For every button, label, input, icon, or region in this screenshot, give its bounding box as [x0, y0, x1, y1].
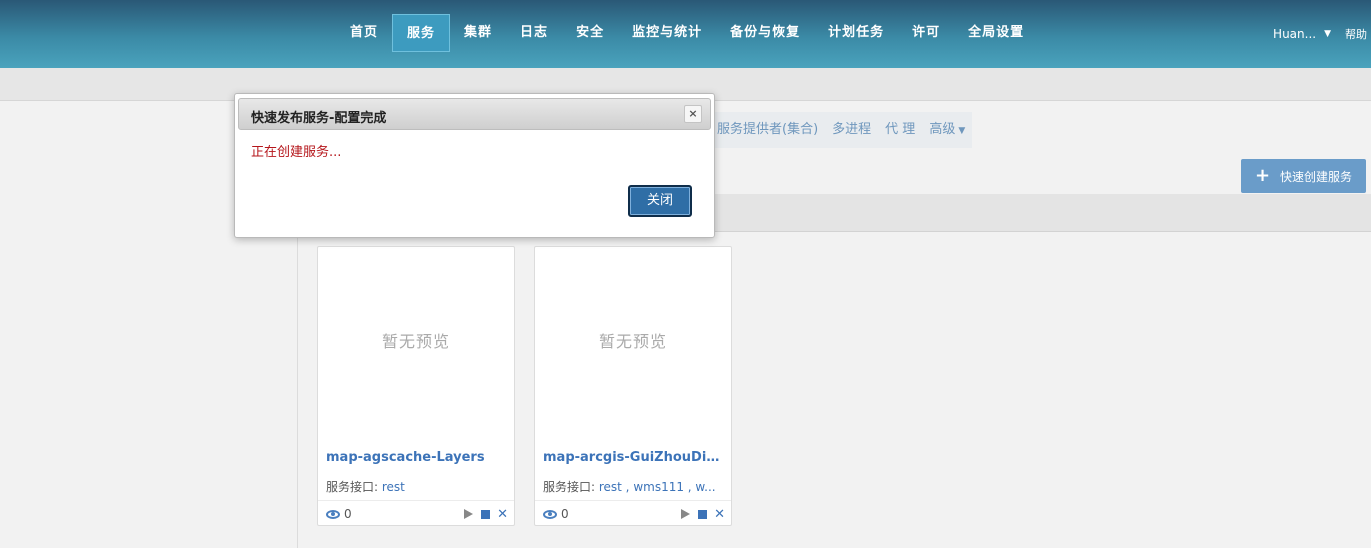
- card-title-link[interactable]: map-agscache-Layers: [326, 450, 508, 465]
- dialog-status-message: 正在创建服务...: [251, 145, 342, 160]
- card-footer: 0 ✕: [326, 505, 508, 523]
- stop-icon[interactable]: [481, 509, 491, 519]
- card-actions: ✕: [464, 508, 508, 521]
- interface-label: 服务接口:: [543, 480, 599, 494]
- user-area: Huan... ▼ 帮助: [1273, 26, 1371, 42]
- tab-advanced[interactable]: 高级 ▼: [922, 112, 972, 148]
- close-button[interactable]: 关闭: [628, 185, 692, 217]
- card-preview: 暂无预览: [598, 332, 667, 351]
- nav-logs[interactable]: 日志: [506, 14, 562, 52]
- card-title-link[interactable]: map-arcgis-GuiZhouDiXin...: [543, 450, 725, 465]
- tab-advanced-label: 高级: [929, 122, 956, 137]
- delete-icon[interactable]: ✕: [497, 508, 508, 521]
- eye-icon: [326, 509, 340, 519]
- nav-cluster[interactable]: 集群: [450, 14, 506, 52]
- interface-label: 服务接口:: [326, 480, 382, 494]
- card-preview: 暂无预览: [381, 332, 450, 351]
- plus-icon: +: [1254, 165, 1271, 186]
- nav-backup[interactable]: 备份与恢复: [716, 14, 814, 52]
- service-tabs: 服务提供者(集合) 多进程 代 理 高级 ▼: [710, 112, 973, 148]
- quick-create-label: 快速创建服务: [1280, 169, 1353, 184]
- nav-services[interactable]: 服务: [392, 14, 451, 52]
- play-icon[interactable]: [681, 509, 691, 519]
- tab-multi-process[interactable]: 多进程: [825, 112, 878, 148]
- main-nav: 首页 服务 集群 日志 安全 监控与统计 备份与恢复 计划任务 许可 全局设置: [336, 14, 1038, 52]
- card-divider: [318, 500, 514, 501]
- nav-global-settings[interactable]: 全局设置: [954, 14, 1038, 52]
- left-panel-divider: [297, 232, 298, 548]
- interface-link[interactable]: rest , wms111 , w...: [599, 480, 716, 494]
- caret-down-icon: ▼: [958, 126, 966, 136]
- publish-complete-dialog: 快速发布服务-配置完成 × 正在创建服务... 关闭: [234, 93, 715, 238]
- nav-license[interactable]: 许可: [898, 14, 954, 52]
- tab-service-providers[interactable]: 服务提供者(集合): [710, 112, 825, 148]
- card-footer: 0 ✕: [543, 505, 725, 523]
- stop-icon[interactable]: [698, 509, 708, 519]
- card-divider: [535, 500, 731, 501]
- card-actions: ✕: [681, 508, 725, 521]
- close-icon[interactable]: ×: [684, 105, 702, 123]
- user-menu[interactable]: Huan...: [1273, 27, 1316, 41]
- eye-icon: [543, 509, 557, 519]
- nav-monitoring[interactable]: 监控与统计: [618, 14, 716, 52]
- caret-down-icon[interactable]: ▼: [1324, 29, 1331, 39]
- view-count: 0: [561, 507, 569, 521]
- service-card[interactable]: 暂无预览 map-agscache-Layers 服务接口: rest 0 ✕: [317, 246, 515, 526]
- nav-home[interactable]: 首页: [336, 14, 392, 52]
- nav-security[interactable]: 安全: [562, 14, 618, 52]
- dialog-title: 快速发布服务-配置完成: [251, 111, 387, 126]
- tab-proxy[interactable]: 代 理: [878, 112, 922, 148]
- interface-link[interactable]: rest: [382, 480, 405, 494]
- help-link[interactable]: 帮助: [1345, 26, 1367, 42]
- dialog-header: 快速发布服务-配置完成 ×: [238, 98, 711, 130]
- nav-scheduled-tasks[interactable]: 计划任务: [814, 14, 898, 52]
- card-interfaces: 服务接口: rest: [326, 478, 508, 495]
- view-count: 0: [344, 507, 352, 521]
- service-card[interactable]: 暂无预览 map-arcgis-GuiZhouDiXin... 服务接口: re…: [534, 246, 732, 526]
- top-nav-bar: 首页 服务 集群 日志 安全 监控与统计 备份与恢复 计划任务 许可 全局设置 …: [0, 0, 1371, 68]
- card-interfaces: 服务接口: rest , wms111 , w...: [543, 478, 725, 495]
- quick-create-service-button[interactable]: + 快速创建服务: [1241, 159, 1366, 193]
- play-icon[interactable]: [464, 509, 474, 519]
- delete-icon[interactable]: ✕: [714, 508, 725, 521]
